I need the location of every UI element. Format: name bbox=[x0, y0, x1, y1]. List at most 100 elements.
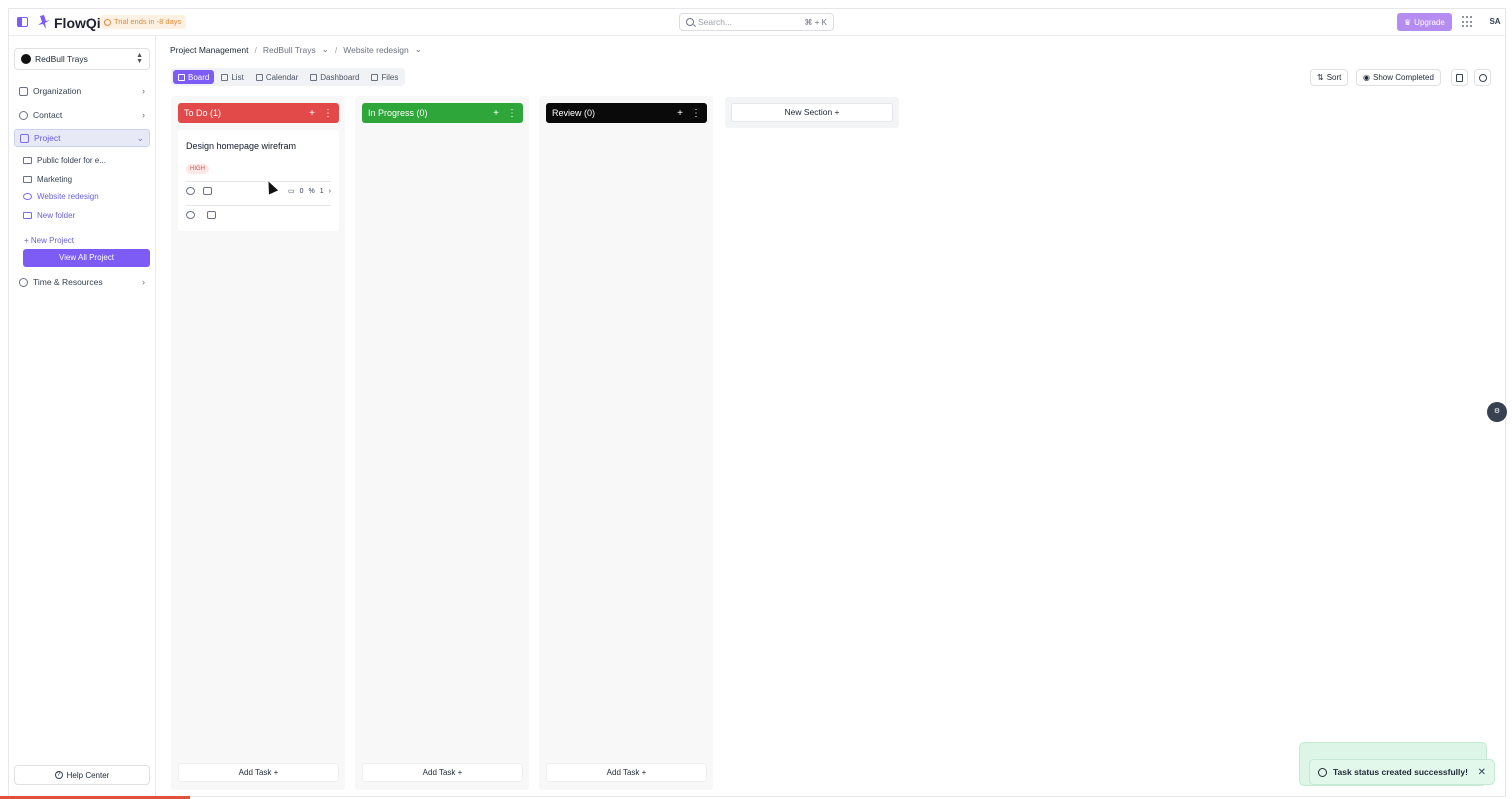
show-completed-label: Show Completed bbox=[1372, 73, 1434, 82]
sort-label: Sort bbox=[1326, 73, 1342, 82]
clock-icon bbox=[19, 277, 28, 287]
comment-count: 0 bbox=[299, 187, 304, 195]
view-all-project-button[interactable]: View All Project bbox=[23, 249, 150, 267]
upgrade-button[interactable]: ♛ Upgrade bbox=[1397, 13, 1452, 31]
project-folder-marketing[interactable]: Marketing bbox=[23, 171, 72, 187]
tab-dashboard[interactable]: Dashboard bbox=[305, 70, 364, 84]
new-section-button[interactable]: New Section + bbox=[731, 103, 893, 122]
chevron-down-icon[interactable]: ⌄ bbox=[322, 44, 329, 55]
close-icon[interactable]: ✕ bbox=[1478, 767, 1486, 778]
top-bar: FlowQi Trial ends in -8 days Search... ⌘… bbox=[9, 9, 1505, 36]
sidebar-toggle-icon[interactable] bbox=[17, 17, 28, 27]
building-icon bbox=[19, 86, 28, 96]
trial-text: Trial ends in -8 days bbox=[114, 17, 182, 26]
board-icon bbox=[178, 73, 185, 81]
task-meta: ▭ 0 % 1 › bbox=[288, 187, 331, 196]
show-completed-button[interactable]: ◉ Show Completed bbox=[1356, 69, 1441, 86]
plus-icon[interactable]: + bbox=[493, 108, 499, 119]
chevron-down-icon[interactable]: ⌄ bbox=[415, 44, 422, 55]
chevron-down-icon: ⌄ bbox=[136, 132, 144, 143]
add-task-label: Add Task bbox=[606, 768, 640, 777]
column-header[interactable]: To Do (1) + ⋮ bbox=[178, 103, 339, 123]
column-header[interactable]: In Progress (0) + ⋮ bbox=[362, 103, 523, 123]
column-header[interactable]: Review (0) + ⋮ bbox=[546, 103, 707, 123]
folder-icon bbox=[23, 175, 32, 183]
upgrade-label: Upgrade bbox=[1414, 17, 1445, 27]
new-section-label: New Section bbox=[784, 107, 833, 117]
trash-icon[interactable] bbox=[207, 211, 216, 219]
flowqi-logo-icon bbox=[38, 15, 50, 29]
folder-label: Marketing bbox=[37, 174, 73, 184]
tab-files[interactable]: Files bbox=[366, 70, 403, 84]
settings-button[interactable] bbox=[1474, 69, 1491, 86]
subtask-icon: % bbox=[308, 187, 315, 195]
sidebar-item-project[interactable]: Project ⌄ bbox=[14, 129, 150, 147]
chat-widget-icon[interactable]: ⚙ bbox=[1487, 402, 1507, 422]
board-column-review: Review (0) + ⋮ Add Task + bbox=[539, 96, 713, 790]
task-title: Design homepage wirefram bbox=[186, 141, 297, 151]
add-task-button[interactable]: Add Task + bbox=[546, 763, 707, 782]
plus-icon[interactable]: + bbox=[309, 108, 315, 119]
tab-calendar[interactable]: Calendar bbox=[251, 70, 303, 84]
eye-icon: ◉ bbox=[1363, 73, 1370, 82]
folder-icon bbox=[23, 156, 32, 164]
breadcrumb-root[interactable]: Project Management bbox=[170, 45, 248, 55]
add-task-button[interactable]: Add Task + bbox=[178, 763, 339, 782]
chevron-updown-icon: ▲ ▼ bbox=[136, 52, 143, 65]
sidebar-item-contact[interactable]: Contact › bbox=[14, 106, 150, 124]
workspace-logo-icon bbox=[21, 54, 31, 64]
project-website-redesign[interactable]: Website redesign bbox=[23, 188, 99, 204]
calendar-icon bbox=[255, 73, 263, 81]
more-vertical-icon[interactable]: ⋮ bbox=[691, 108, 701, 119]
folder-plus-icon bbox=[23, 211, 32, 219]
trash-icon bbox=[1456, 73, 1463, 82]
add-task-button[interactable]: Add Task + bbox=[362, 763, 523, 782]
search-shortcut: ⌘ + K bbox=[804, 17, 827, 27]
project-folder-public[interactable]: Public folder for e... bbox=[23, 152, 106, 168]
new-project-label: + New Project bbox=[24, 236, 75, 245]
dashboard-icon bbox=[310, 73, 318, 81]
toast-message: Task status created successfully! bbox=[1333, 767, 1468, 777]
sort-button[interactable]: ⇅ Sort bbox=[1310, 69, 1349, 86]
add-task-label: Add Task bbox=[238, 768, 272, 777]
chevron-right-icon[interactable]: › bbox=[329, 188, 331, 195]
search-input[interactable]: Search... ⌘ + K bbox=[679, 13, 834, 31]
calendar-icon[interactable] bbox=[203, 187, 212, 195]
breadcrumb-separator: / bbox=[334, 44, 338, 55]
help-center-button[interactable]: ? Help Center bbox=[14, 765, 150, 785]
divider bbox=[186, 181, 331, 182]
workspace-selector[interactable]: RedBull Trays ▲ ▼ bbox=[14, 48, 150, 70]
app-name: FlowQi bbox=[54, 15, 101, 31]
sort-icon: ⇅ bbox=[1317, 73, 1324, 82]
breadcrumb-workspace[interactable]: RedBull Trays bbox=[263, 45, 316, 55]
chevron-right-icon: › bbox=[142, 86, 145, 96]
view-tabs: Board List Calendar Dashboard Files bbox=[171, 68, 406, 86]
breadcrumb-separator: / bbox=[254, 44, 257, 55]
column-title: To Do (1) bbox=[184, 108, 222, 118]
breadcrumb-project[interactable]: Website redesign bbox=[343, 45, 409, 55]
tab-list[interactable]: List bbox=[216, 70, 248, 84]
layers-icon bbox=[23, 192, 32, 200]
more-vertical-icon[interactable]: ⋮ bbox=[507, 108, 517, 119]
chevron-right-icon: › bbox=[142, 110, 145, 120]
sidebar-item-organization[interactable]: Organization › bbox=[14, 82, 150, 100]
workspace-name: RedBull Trays bbox=[35, 54, 88, 64]
avatar[interactable]: SA bbox=[1485, 13, 1505, 31]
more-vertical-icon[interactable]: ⋮ bbox=[323, 108, 333, 119]
sidebar-item-time-resources[interactable]: Time & Resources › bbox=[14, 273, 150, 291]
new-folder-button[interactable]: New folder bbox=[23, 207, 75, 223]
files-icon bbox=[371, 73, 379, 81]
breadcrumb: Project Management / RedBull Trays ⌄ / W… bbox=[170, 44, 422, 55]
apps-grid-icon[interactable] bbox=[1462, 16, 1474, 28]
package-icon[interactable] bbox=[186, 211, 195, 219]
new-project-button[interactable]: + New Project bbox=[24, 236, 74, 245]
sidebar-item-label: Time & Resources bbox=[33, 277, 103, 287]
task-card[interactable]: Design homepage wirefram HIGH ▭ 0 % 1 › bbox=[178, 130, 339, 231]
column-title: In Progress (0) bbox=[368, 108, 428, 118]
tab-board[interactable]: Board bbox=[173, 70, 215, 84]
plus-icon[interactable]: + bbox=[677, 108, 683, 119]
tab-label: List bbox=[231, 72, 244, 82]
delete-project-button[interactable] bbox=[1451, 69, 1468, 86]
priority-badge: HIGH bbox=[186, 164, 209, 174]
assign-user-icon[interactable] bbox=[186, 187, 195, 195]
